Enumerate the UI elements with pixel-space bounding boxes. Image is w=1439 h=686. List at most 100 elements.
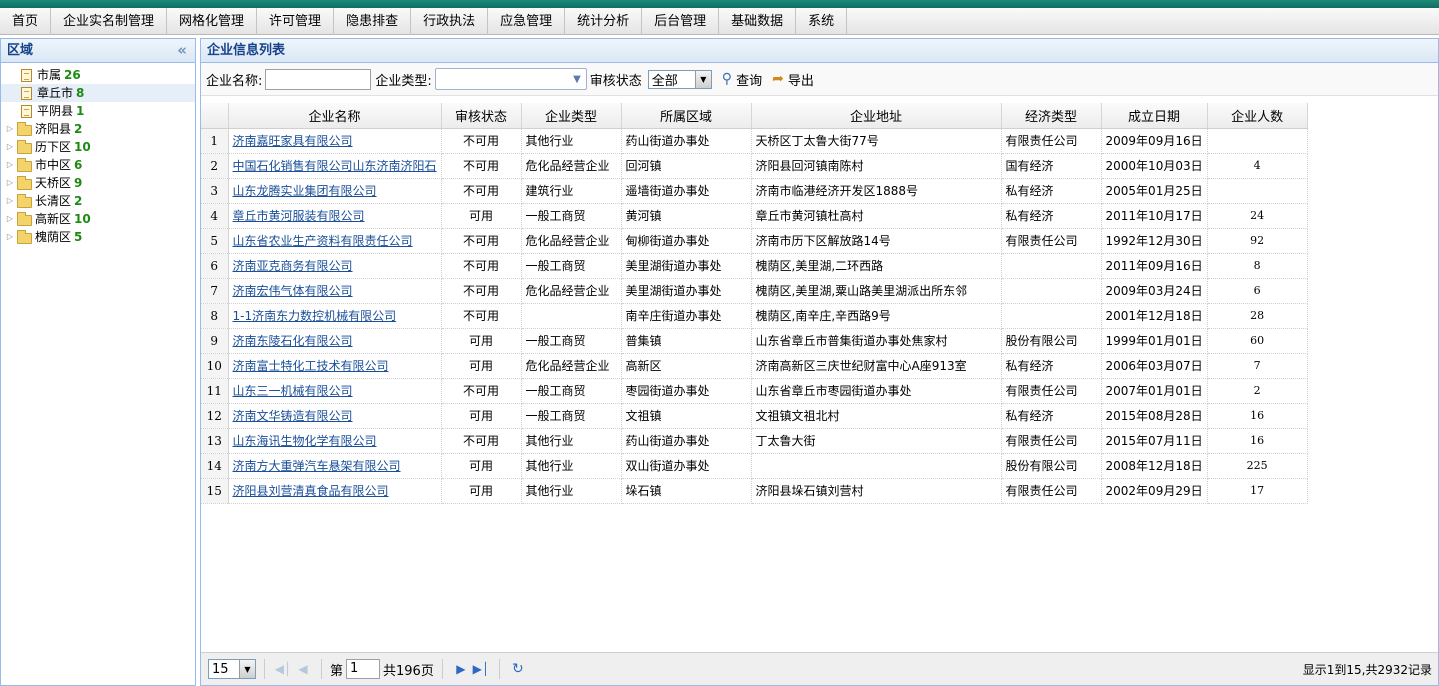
audit-status-cell: 不可用 bbox=[441, 128, 522, 154]
column-header[interactable]: 经济类型 bbox=[1001, 103, 1102, 129]
expand-arrow-icon[interactable]: ▷ bbox=[5, 138, 15, 156]
table-row[interactable]: 10 济南富士特化工技术有限公司 可用 危化品经营企业 高新区 济南高新区三庆世纪财富中心… bbox=[201, 353, 1308, 379]
table-row[interactable]: 9 济南东陵石化有限公司 可用 一般工商贸 普集镇 山东省章丘市普集街道办事处焦家村 股份有… bbox=[201, 328, 1308, 354]
company-name-input[interactable] bbox=[265, 68, 372, 90]
menu-item[interactable]: 应急管理 bbox=[488, 8, 566, 35]
column-header[interactable]: 企业人数 bbox=[1207, 103, 1308, 129]
table-cell: 天桥区丁太鲁大街77号 bbox=[751, 128, 1002, 154]
next-page-icon[interactable]: ▶ bbox=[451, 662, 471, 676]
table-cell: 2011年10月17日 bbox=[1101, 203, 1208, 229]
menu-item[interactable]: 系统 bbox=[796, 8, 848, 35]
company-link[interactable]: 山东三一机械有限公司 bbox=[233, 384, 353, 398]
menu-item[interactable]: 许可管理 bbox=[257, 8, 335, 35]
company-type-select[interactable]: ▼ bbox=[434, 68, 587, 90]
menu-item[interactable]: 后台管理 bbox=[642, 8, 720, 35]
table-row[interactable]: 5 山东省农业生产资料有限责任公司 不可用 危化品经营企业 甸柳街道办事处 济南市历下区解… bbox=[201, 228, 1308, 254]
tree-node[interactable]: ▷ 高新区 10 bbox=[1, 210, 195, 228]
expand-arrow-icon[interactable]: ▷ bbox=[5, 210, 15, 228]
export-button[interactable]: ➦ 导出 bbox=[772, 70, 814, 89]
row-number: 10 bbox=[201, 353, 229, 379]
company-link[interactable]: 济南嘉旺家具有限公司 bbox=[233, 134, 353, 148]
tree-node[interactable]: ▷ 天桥区 9 bbox=[1, 174, 195, 192]
table-row[interactable]: 12 济南文华铸造有限公司 可用 一般工商贸 文祖镇 文祖镇文祖北村 私有经济 2015年08… bbox=[201, 403, 1308, 429]
menu-item[interactable]: 网格化管理 bbox=[167, 8, 258, 35]
column-header[interactable]: 企业地址 bbox=[751, 103, 1002, 129]
table-row[interactable]: 4 章丘市黄河服装有限公司 可用 一般工商贸 黄河镇 章丘市黄河镇杜高村 私有经济 2011年… bbox=[201, 203, 1308, 229]
expand-arrow-icon[interactable]: ▷ bbox=[5, 228, 15, 246]
table-cell: 其他行业 bbox=[521, 128, 622, 154]
first-page-icon[interactable]: ◀│ bbox=[273, 662, 293, 676]
table-row[interactable]: 13 山东海讯生物化学有限公司 不可用 其他行业 药山街道办事处 丁太鲁大街 有限责任公司 2… bbox=[201, 428, 1308, 454]
page-size-select[interactable]: 15 ▼ bbox=[208, 659, 256, 679]
tree-node[interactable]: ▷ 济阳县 2 bbox=[1, 120, 195, 138]
refresh-icon[interactable]: ↻ bbox=[508, 661, 528, 677]
company-link[interactable]: 1-1济南东力数控机械有限公司 bbox=[233, 309, 397, 323]
menu-item[interactable]: 隐患排查 bbox=[334, 8, 412, 35]
menu-item[interactable]: 统计分析 bbox=[565, 8, 643, 35]
tree-node[interactable]: ▷ 历下区 10 bbox=[1, 138, 195, 156]
company-link[interactable]: 济南东陵石化有限公司 bbox=[233, 334, 353, 348]
company-link[interactable]: 济阳县刘营清真食品有限公司 bbox=[233, 484, 389, 498]
table-row[interactable]: 11 山东三一机械有限公司 不可用 一般工商贸 枣园街道办事处 山东省章丘市枣园街道办事处… bbox=[201, 378, 1308, 404]
table-cell: 有限责任公司 bbox=[1001, 128, 1102, 154]
table-cell: 山东省章丘市枣园街道办事处 bbox=[751, 378, 1002, 404]
tree-node[interactable]: 章丘市 8 bbox=[1, 84, 195, 102]
expand-arrow-icon[interactable]: ▷ bbox=[5, 156, 15, 174]
table-cell: 危化品经营企业 bbox=[521, 278, 622, 304]
menu-item[interactable]: 行政执法 bbox=[411, 8, 489, 35]
row-number: 5 bbox=[201, 228, 229, 254]
table-row[interactable]: 8 1-1济南东力数控机械有限公司 不可用 南辛庄街道办事处 槐荫区,南辛庄,辛西路9号… bbox=[201, 303, 1308, 329]
table-row[interactable]: 14 济南方大重弹汽车悬架有限公司 可用 其他行业 双山街道办事处 股份有限公司 2008年… bbox=[201, 453, 1308, 479]
expand-arrow-icon[interactable]: ▷ bbox=[5, 174, 15, 192]
table-row[interactable]: 1 济南嘉旺家具有限公司 不可用 其他行业 药山街道办事处 天桥区丁太鲁大街77号 有限责任… bbox=[201, 128, 1308, 154]
table-cell: 回河镇 bbox=[621, 153, 752, 179]
page-number-input[interactable]: 1 bbox=[346, 659, 381, 679]
table-cell bbox=[521, 303, 622, 329]
table-row[interactable]: 6 济南亚克商务有限公司 不可用 一般工商贸 美里湖街道办事处 槐荫区,美里湖,二环西路 2… bbox=[201, 253, 1308, 279]
tree-node[interactable]: ▷ 市中区 6 bbox=[1, 156, 195, 174]
company-link[interactable]: 济南方大重弹汽车悬架有限公司 bbox=[233, 459, 401, 473]
company-link[interactable]: 山东海讯生物化学有限公司 bbox=[233, 434, 377, 448]
file-icon bbox=[21, 68, 32, 82]
tree-node[interactable]: 平阴县 1 bbox=[1, 102, 195, 120]
tree-node-label: 平阴县 bbox=[37, 104, 74, 118]
menu-item[interactable]: 基础数据 bbox=[719, 8, 797, 35]
column-header[interactable]: 所属区域 bbox=[621, 103, 752, 129]
folder-icon bbox=[17, 229, 32, 244]
expand-arrow-icon[interactable]: ▷ bbox=[5, 192, 15, 210]
company-link[interactable]: 山东龙腾实业集团有限公司 bbox=[233, 184, 377, 198]
company-link[interactable]: 中国石化销售有限公司山东济南济阳石 bbox=[233, 159, 437, 173]
page-prefix-label: 第 bbox=[330, 663, 344, 679]
pager-divider bbox=[321, 659, 322, 679]
company-link[interactable]: 济南宏伟气体有限公司 bbox=[233, 284, 353, 298]
enterprise-grid: 企业名称 审核状态 企业类型 所属区域 企业地址 经济类型 成立日期 企业人数 1 济南嘉旺家具… bbox=[201, 103, 1308, 504]
search-button[interactable]: ⚲ 查询 bbox=[722, 70, 762, 89]
region-tree: 市属 26 章丘市 8 平阴县 1 ▷ 济阳县 2 ▷ 历下区 10 ▷ 市中区 6 ▷ 天桥区 9 ▷ 长清区 2 ▷ 高… bbox=[1, 63, 195, 246]
tree-node[interactable]: 市属 26 bbox=[1, 66, 195, 84]
tree-node[interactable]: ▷ 槐荫区 5 bbox=[1, 228, 195, 246]
menu-item[interactable]: 企业实名制管理 bbox=[51, 8, 168, 35]
table-row[interactable]: 7 济南宏伟气体有限公司 不可用 危化品经营企业 美里湖街道办事处 槐荫区,美里湖,粟山路… bbox=[201, 278, 1308, 304]
row-number: 3 bbox=[201, 178, 229, 204]
company-link[interactable]: 章丘市黄河服装有限公司 bbox=[233, 209, 365, 223]
column-header[interactable]: 审核状态 bbox=[441, 103, 522, 129]
audit-status-select[interactable]: 全部 ▼ bbox=[647, 69, 712, 89]
company-link[interactable]: 山东省农业生产资料有限责任公司 bbox=[233, 234, 413, 248]
company-link[interactable]: 济南文华铸造有限公司 bbox=[233, 409, 353, 423]
table-row[interactable]: 3 山东龙腾实业集团有限公司 不可用 建筑行业 遥墙街道办事处 济南市临港经济开发区188… bbox=[201, 178, 1308, 204]
column-header[interactable]: 企业类型 bbox=[521, 103, 622, 129]
prev-page-icon[interactable]: ◀ bbox=[293, 662, 313, 676]
company-link[interactable]: 济南亚克商务有限公司 bbox=[233, 259, 353, 273]
company-link[interactable]: 济南富士特化工技术有限公司 bbox=[233, 359, 389, 373]
column-header[interactable]: 成立日期 bbox=[1101, 103, 1208, 129]
collapse-panel-icon[interactable]: « bbox=[177, 39, 187, 62]
tree-node[interactable]: ▷ 长清区 2 bbox=[1, 192, 195, 210]
column-header[interactable]: 企业名称 bbox=[228, 103, 442, 129]
last-page-icon[interactable]: ▶│ bbox=[471, 662, 491, 676]
table-row[interactable]: 2 中国石化销售有限公司山东济南济阳石 不可用 危化品经营企业 回河镇 济阳县回河镇南陈村… bbox=[201, 153, 1308, 179]
expand-arrow-icon[interactable]: ▷ bbox=[5, 120, 15, 138]
table-row[interactable]: 15 济阳县刘营清真食品有限公司 可用 其他行业 垛石镇 济阳县垛石镇刘营村 有限责任公司 2… bbox=[201, 478, 1308, 504]
table-cell: 济阳县垛石镇刘营村 bbox=[751, 478, 1002, 504]
audit-status-cell: 不可用 bbox=[441, 278, 522, 304]
menu-item[interactable]: 首页 bbox=[0, 8, 52, 35]
